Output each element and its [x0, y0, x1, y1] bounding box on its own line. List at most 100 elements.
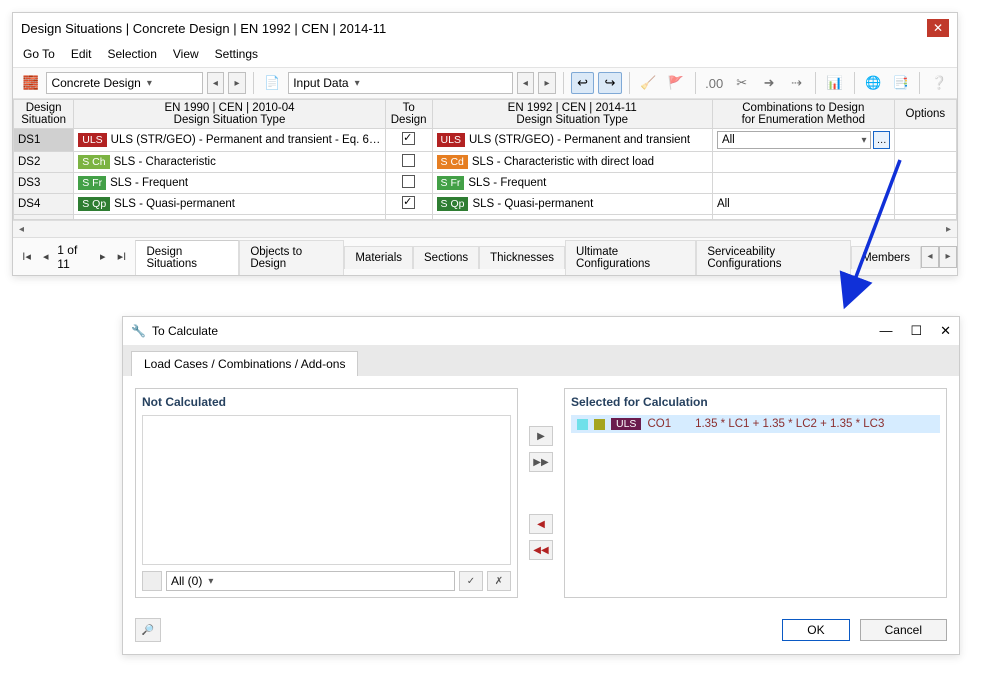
flag-icon[interactable]: 🚩 [664, 72, 687, 94]
row-id[interactable]: DS2 [14, 152, 74, 173]
row-id[interactable]: DS3 [14, 173, 74, 194]
to-design-cell[interactable] [385, 194, 432, 215]
maximize-icon[interactable]: ☐ [910, 323, 922, 339]
module-combo[interactable]: Concrete Design ▾ [46, 72, 202, 94]
arrow-right-icon[interactable]: ➜ [757, 72, 780, 94]
options-cell[interactable] [894, 152, 956, 173]
table-row[interactable]: DS2 S ChSLS - Characteristic S CdSLS - C… [14, 152, 957, 173]
to-design-cell[interactable] [385, 152, 432, 173]
to-design-cell[interactable] [385, 129, 432, 152]
options-cell[interactable] [894, 129, 956, 152]
tabs-scroll-left[interactable]: ◂ [921, 246, 939, 268]
scroll-right-icon[interactable]: ▸ [940, 224, 957, 235]
ok-button[interactable]: OK [782, 619, 849, 641]
table-row[interactable]: DS4 S QpSLS - Quasi-permanent S QpSLS - … [14, 194, 957, 215]
en1992-cell[interactable]: S FrSLS - Frequent [432, 173, 712, 194]
move-left-button[interactable]: ◀ [529, 514, 553, 534]
move-all-left-button[interactable]: ◀◀ [529, 540, 553, 560]
select-forward-icon[interactable]: ↪ [598, 72, 621, 94]
design-module-icon[interactable]: 🧱 [19, 72, 42, 94]
menu-goto[interactable]: Go To [23, 47, 55, 61]
tab-loadcases[interactable]: Load Cases / Combinations / Add-ons [131, 351, 358, 376]
combinations-cell[interactable]: All▾… [712, 129, 894, 152]
col-to-design[interactable]: ToDesign [385, 100, 432, 129]
menu-edit[interactable]: Edit [71, 47, 92, 61]
menu-settings[interactable]: Settings [215, 47, 258, 61]
filter-combo[interactable]: All (0) ▾ [166, 571, 455, 591]
combinations-cell[interactable] [712, 173, 894, 194]
arrow-right-dash-icon[interactable]: ⇢ [785, 72, 808, 94]
module-next-button[interactable]: ▸ [228, 72, 246, 94]
en1992-cell[interactable]: S CdSLS - Characteristic with direct loa… [432, 152, 712, 173]
col-combinations[interactable]: Combinations to Designfor Enumeration Me… [712, 100, 894, 129]
input-data-icon[interactable]: 📄 [261, 72, 284, 94]
row-id[interactable]: DS4 [14, 194, 74, 215]
prev-page-button[interactable]: ◂ [38, 250, 53, 263]
close-icon[interactable]: ✕ [927, 19, 949, 37]
last-page-button[interactable]: ▸I [114, 250, 129, 263]
tab-sections[interactable]: Sections [413, 246, 479, 269]
table-row[interactable]: DS3 S FrSLS - Frequent S FrSLS - Frequen… [14, 173, 957, 194]
cancel-button[interactable]: Cancel [860, 619, 947, 641]
options-cell[interactable] [894, 194, 956, 215]
move-right-button[interactable]: ▶ [529, 426, 553, 446]
next-page-button[interactable]: ▸ [95, 250, 110, 263]
inputdata-combo[interactable]: Input Data ▾ [288, 72, 512, 94]
not-calculated-list[interactable] [142, 415, 511, 565]
combinations-browse-button[interactable]: … [873, 131, 889, 149]
filter-icon[interactable]: 🧹 [637, 72, 660, 94]
row-id[interactable]: DS1 [14, 129, 74, 152]
details-button[interactable]: 🔎 [135, 618, 161, 642]
input-prev-button[interactable]: ◂ [517, 72, 535, 94]
to-design-checkbox[interactable] [402, 154, 415, 167]
en1990-cell[interactable]: S QpSLS - Quasi-permanent [74, 194, 386, 215]
tabs-scroll-right[interactable]: ▸ [939, 246, 957, 268]
en1990-cell[interactable]: S FrSLS - Frequent [74, 173, 386, 194]
en1990-cell[interactable]: ULSULS (STR/GEO) - Permanent and transie… [74, 129, 386, 152]
scroll-left-icon[interactable]: ◂ [13, 224, 30, 235]
en1992-cell[interactable]: ULSULS (STR/GEO) - Permanent and transie… [432, 129, 712, 152]
tab-materials[interactable]: Materials [344, 246, 413, 269]
minimize-icon[interactable]: — [879, 323, 892, 339]
help-icon[interactable]: ❔ [927, 72, 950, 94]
en1990-cell[interactable]: S ChSLS - Characteristic [74, 152, 386, 173]
en1992-cell[interactable]: S QpSLS - Quasi-permanent [432, 194, 712, 215]
uncheck-all-button[interactable]: ✗ [487, 571, 511, 591]
tab-members[interactable]: Members [851, 246, 921, 269]
to-design-checkbox[interactable] [402, 132, 415, 145]
module-prev-button[interactable]: ◂ [207, 72, 225, 94]
combinations-combo[interactable]: All▾ [717, 131, 872, 149]
selected-row[interactable]: ULS CO1 1.35 * LC1 + 1.35 * LC2 + 1.35 *… [571, 415, 940, 433]
move-all-right-button[interactable]: ▶▶ [529, 452, 553, 472]
first-page-button[interactable]: I◂ [19, 250, 34, 263]
tab-serviceability-configurations[interactable]: Serviceability Configurations [696, 240, 851, 275]
table-row[interactable]: DS1 ULSULS (STR/GEO) - Permanent and tra… [14, 129, 957, 152]
col-en1992-type[interactable]: EN 1992 | CEN | 2014-11Design Situation … [432, 100, 712, 129]
decimals-icon[interactable]: .00 [702, 72, 725, 94]
combinations-cell[interactable]: All [712, 194, 894, 215]
properties-icon[interactable]: 📑 [889, 72, 912, 94]
close-icon[interactable]: ✕ [940, 323, 951, 339]
select-back-icon[interactable]: ↩ [571, 72, 594, 94]
col-design-situation[interactable]: DesignSituation [14, 100, 74, 129]
to-design-checkbox[interactable] [402, 175, 415, 188]
to-design-checkbox[interactable] [402, 196, 415, 209]
menu-selection[interactable]: Selection [108, 47, 157, 61]
options-cell[interactable] [894, 173, 956, 194]
globe-icon[interactable]: 🌐 [862, 72, 885, 94]
export-excel-icon[interactable]: 📊 [823, 72, 846, 94]
menu-view[interactable]: View [173, 47, 199, 61]
tab-design-situations[interactable]: Design Situations [135, 240, 239, 275]
to-design-cell[interactable] [385, 173, 432, 194]
col-en1990-type[interactable]: EN 1990 | CEN | 2010-04Design Situation … [74, 100, 386, 129]
col-options[interactable]: Options [894, 100, 956, 129]
tab-ultimate-configurations[interactable]: Ultimate Configurations [565, 240, 696, 275]
check-all-button[interactable]: ✓ [459, 571, 483, 591]
filter-color-swatch[interactable] [142, 571, 162, 591]
cut-icon[interactable]: ✂ [730, 72, 753, 94]
tab-objects-to-design[interactable]: Objects to Design [239, 240, 344, 275]
input-next-button[interactable]: ▸ [538, 72, 556, 94]
horizontal-scrollbar[interactable]: ◂ ▸ [13, 220, 957, 237]
tab-thicknesses[interactable]: Thicknesses [479, 246, 565, 269]
combinations-cell[interactable] [712, 152, 894, 173]
